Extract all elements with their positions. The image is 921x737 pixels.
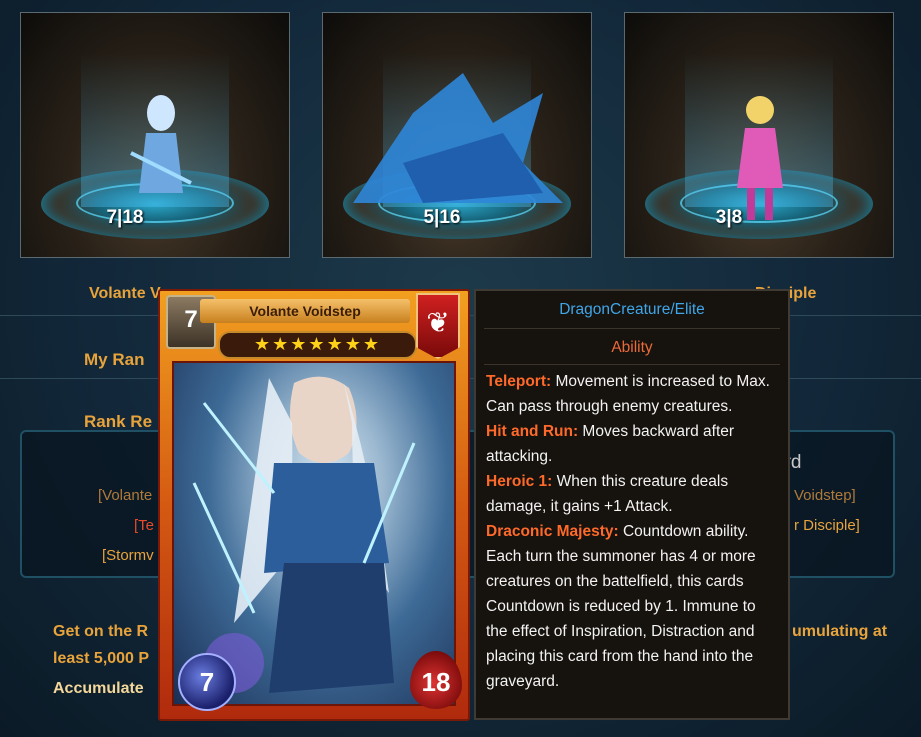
ability-name: Teleport:: [486, 373, 552, 390]
reward-item[interactable]: Voidstep]: [794, 487, 856, 504]
creature-figure: [130, 95, 192, 193]
reward-item[interactable]: r Disciple]: [794, 517, 860, 534]
creature-stat: 3|8: [715, 207, 743, 228]
description-line: Get on the R: [53, 623, 149, 640]
card-type: DragonCreature/Elite: [559, 301, 705, 318]
ability-name: Draconic Majesty:: [486, 523, 619, 540]
creature-tile-1[interactable]: 7|18: [20, 12, 290, 258]
card-attack: 7: [178, 653, 236, 711]
card-name: Volante Voidstep: [200, 299, 410, 323]
creature-tile-3[interactable]: 3|8: [624, 12, 894, 258]
ability-header: Ability: [611, 339, 653, 356]
creature-stat: 5|16: [423, 207, 461, 228]
creature-tile-2[interactable]: 5|16: [322, 12, 592, 258]
creature-card[interactable]: 7 Volante Voidstep ★★★★★★★ ❦ 7 18: [158, 289, 470, 721]
creature-stat: 7|18: [106, 207, 144, 228]
description-line: Accumulate: [53, 680, 144, 697]
rank-rewards-label: Rank Re: [84, 412, 153, 431]
reward-item[interactable]: [Volante: [98, 487, 152, 504]
dragon-faction-icon: ❦: [416, 293, 460, 359]
ability-entry: Teleport: Movement is increased to Max. …: [486, 369, 778, 419]
ability-list: Teleport: Movement is increased to Max. …: [476, 365, 788, 694]
ability-name: Hit and Run:: [486, 423, 579, 440]
ability-entry: Heroic 1: When this creature deals damag…: [486, 469, 778, 519]
card-tooltip: DragonCreature/Elite Ability Teleport: M…: [474, 289, 790, 720]
card-art-illustration: [192, 376, 416, 693]
card-star-rating: ★★★★★★★: [218, 331, 417, 359]
description-line: least 5,000 P: [53, 650, 150, 667]
tooltip-divider: [484, 328, 780, 329]
creature-figure: [353, 73, 563, 203]
my-rank-label: My Ran: [84, 350, 145, 369]
ability-entry: Draconic Majesty: Countdown ability. Eac…: [486, 519, 778, 694]
ability-entry: Hit and Run: Moves backward after attack…: [486, 419, 778, 469]
ability-name: Heroic 1:: [486, 473, 553, 490]
creature-name-label: Volante V: [89, 285, 161, 302]
ability-text: Countdown ability. Each turn the summone…: [486, 523, 756, 690]
description-line: umulating at: [792, 623, 888, 640]
reward-item[interactable]: [Te: [134, 517, 154, 534]
reward-item[interactable]: [Stormv: [102, 547, 154, 564]
